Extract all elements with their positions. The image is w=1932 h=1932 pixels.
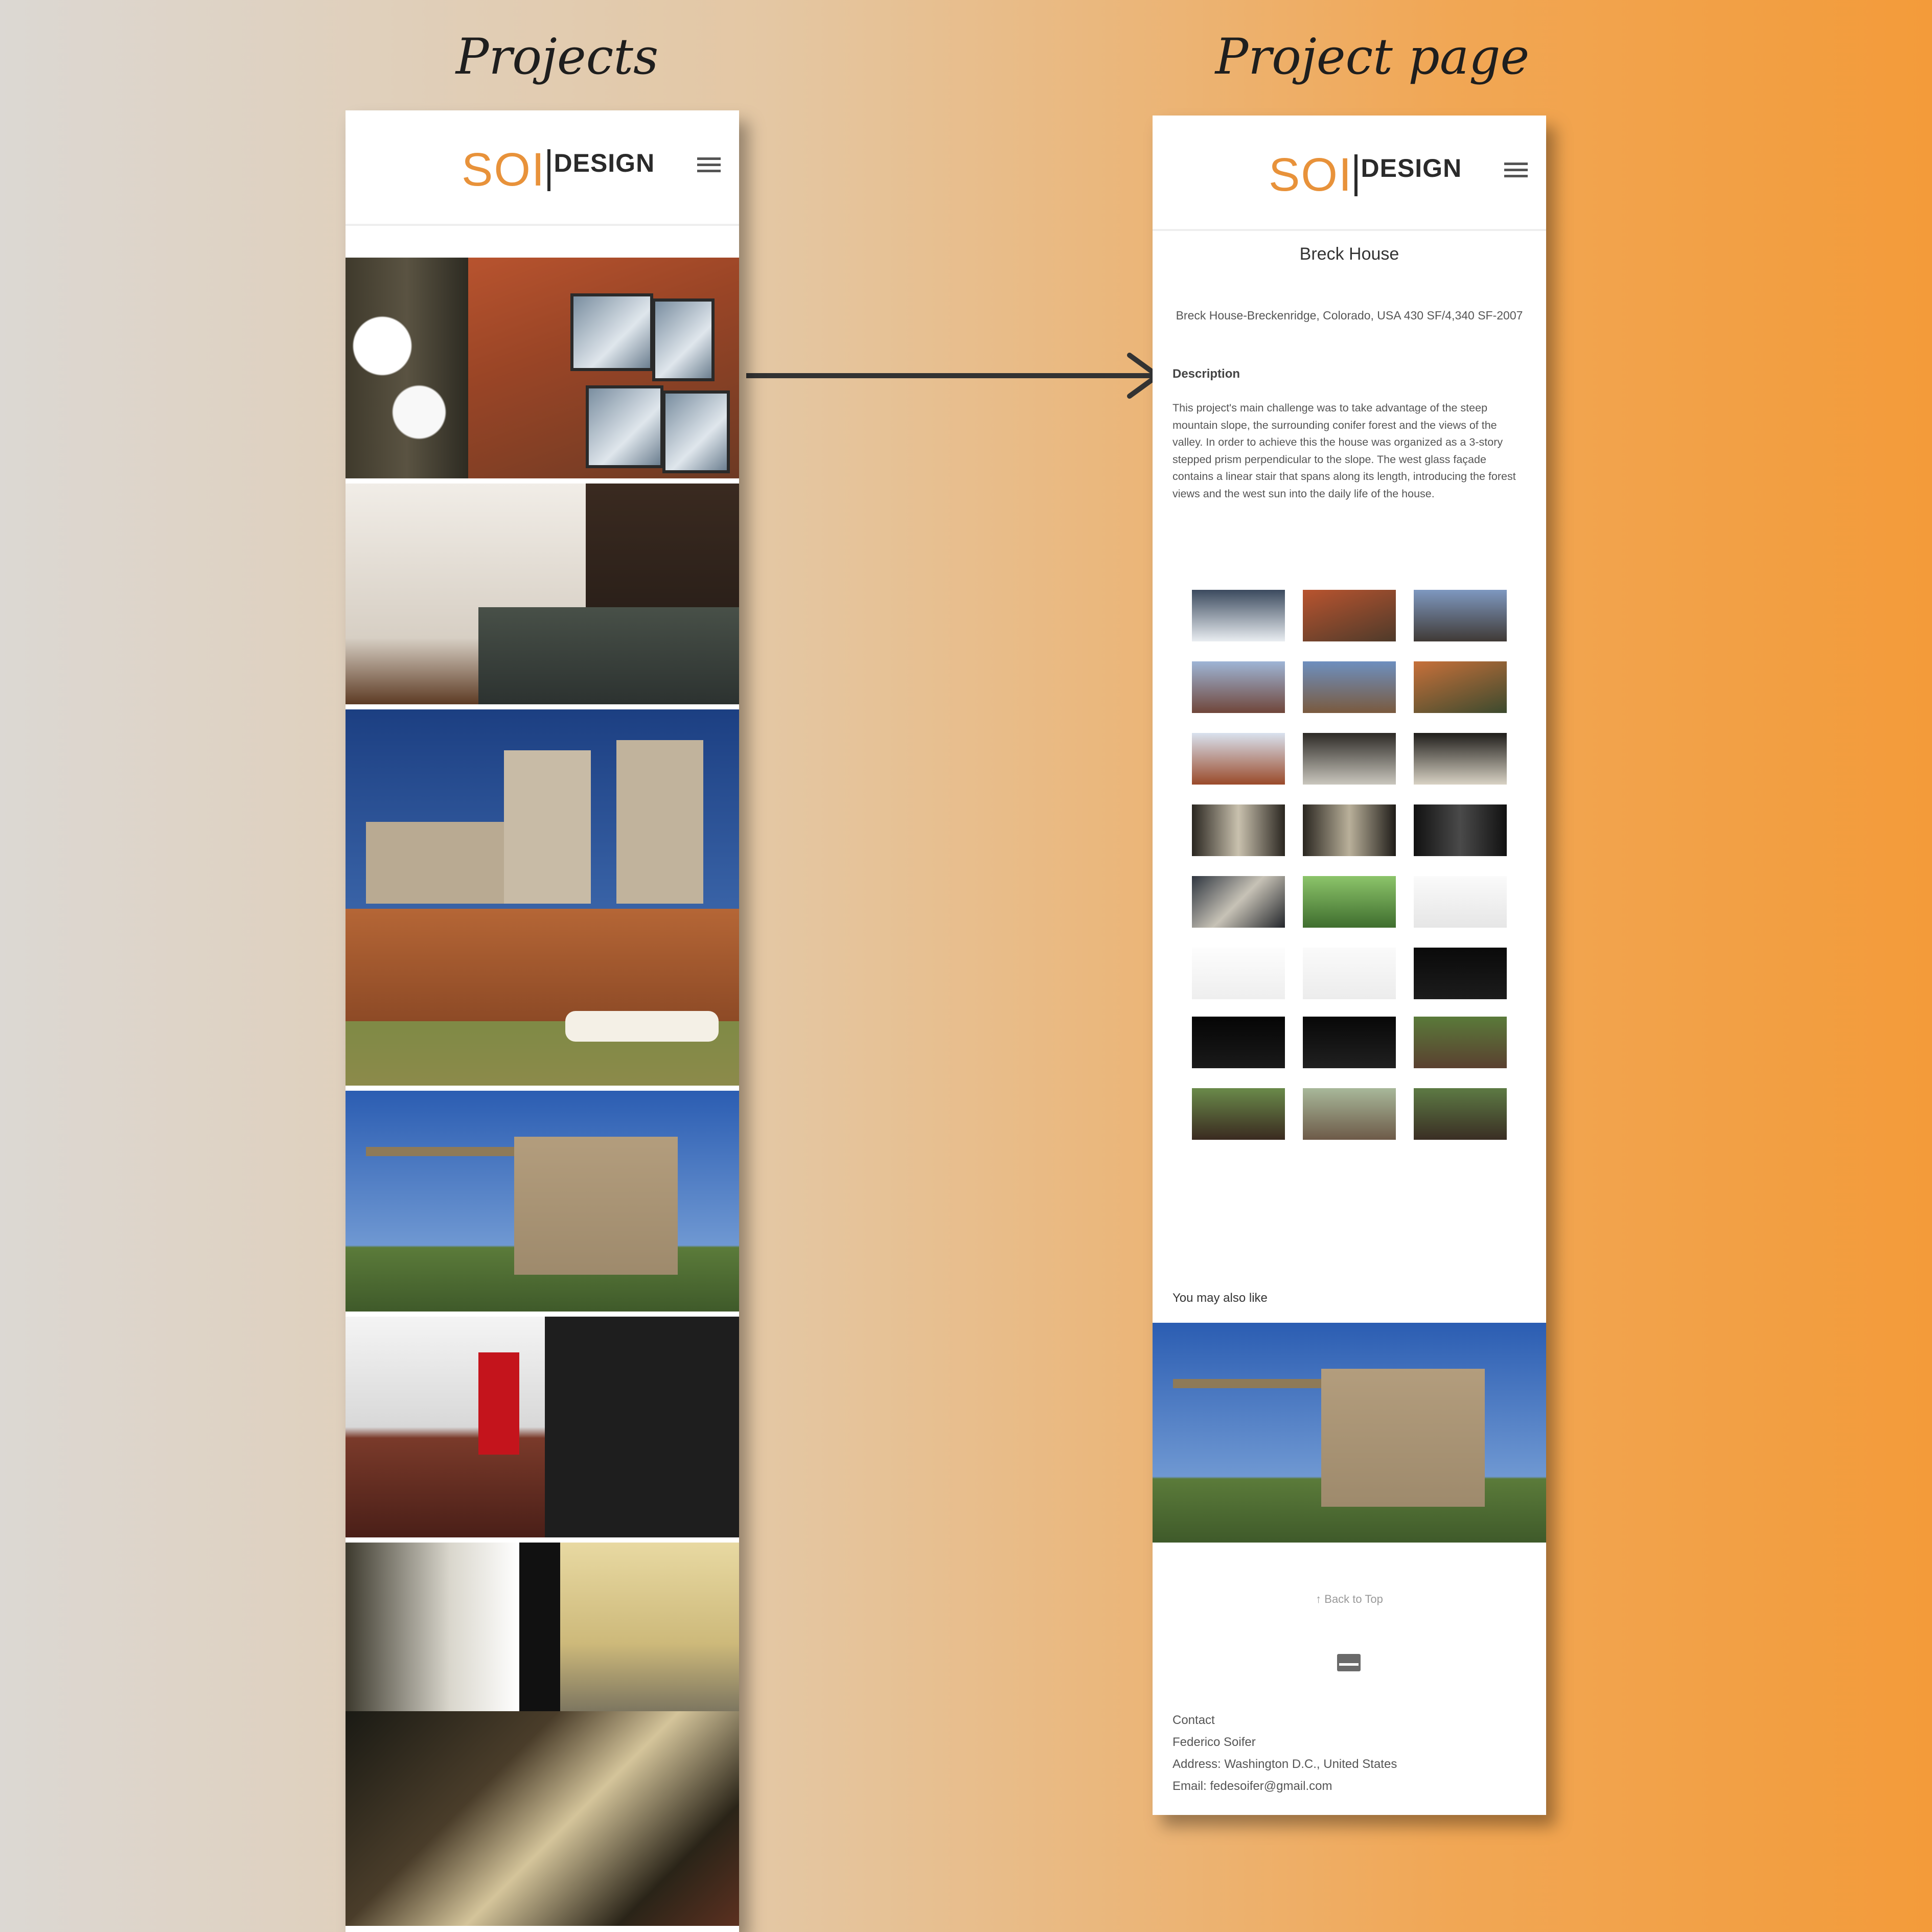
gallery-thumb[interactable]	[1303, 590, 1396, 641]
logo[interactable]: SOI DESIGN	[462, 142, 655, 193]
related-heading: You may also like	[1172, 1291, 1268, 1305]
gallery-thumb[interactable]	[1414, 661, 1507, 713]
project-title: Breck House	[1299, 244, 1399, 264]
gallery-thumb[interactable]	[1414, 876, 1507, 928]
contact-email[interactable]: Email: fedesoifer@gmail.com	[1172, 1775, 1397, 1797]
project-thumb-houses[interactable]	[346, 709, 739, 1086]
project-thumb-breck-house[interactable]	[346, 258, 739, 478]
logo-soi: SOI	[462, 144, 546, 196]
gallery-thumb[interactable]	[1303, 661, 1396, 713]
envelope-icon[interactable]	[1337, 1654, 1361, 1671]
logo-divider	[1354, 154, 1358, 196]
project-thumb-courtyard[interactable]	[346, 1543, 739, 1926]
logo[interactable]: SOI DESIGN	[1269, 147, 1462, 198]
site-header: SOI DESIGN	[1153, 116, 1546, 231]
description-heading: Description	[1172, 367, 1240, 381]
site-header: SOI DESIGN	[346, 110, 739, 226]
gallery-thumb[interactable]	[1192, 733, 1285, 785]
project-page-screen: SOI DESIGN Breck House Breck House-Breck…	[1153, 116, 1546, 1815]
gallery-thumb[interactable]	[1192, 804, 1285, 856]
caption-projects: Projects	[455, 28, 659, 85]
back-to-top-link[interactable]: ↑ Back to Top	[1153, 1593, 1546, 1606]
gallery-thumb[interactable]	[1192, 1017, 1285, 1068]
contact-address: Address: Washington D.C., United States	[1172, 1757, 1397, 1771]
gallery-thumb[interactable]	[1414, 804, 1507, 856]
contact-block: Contact Federico Soifer Address: Washing…	[1172, 1709, 1397, 1797]
gallery-thumb[interactable]	[1303, 876, 1396, 928]
gallery-thumb[interactable]	[1192, 1088, 1285, 1140]
gallery-thumb[interactable]	[1192, 590, 1285, 641]
logo-design: DESIGN	[554, 149, 655, 177]
gallery-thumb[interactable]	[1414, 590, 1507, 641]
gallery-thumb[interactable]	[1414, 948, 1507, 999]
logo-design: DESIGN	[1361, 154, 1462, 182]
project-meta: Breck House-Breckenridge, Colorado, USA …	[1176, 309, 1523, 322]
projects-screen: SOI DESIGN	[346, 110, 739, 1932]
gallery-thumb[interactable]	[1192, 661, 1285, 713]
gallery-thumb[interactable]	[1414, 733, 1507, 785]
gallery-thumb[interactable]	[1192, 948, 1285, 999]
logo-divider	[547, 149, 551, 191]
project-thumb-interior[interactable]	[346, 484, 739, 704]
gallery-thumb[interactable]	[1303, 1088, 1396, 1140]
related-project-card[interactable]	[1153, 1323, 1546, 1543]
arrow-right-icon	[746, 353, 1160, 399]
gallery-thumb[interactable]	[1303, 733, 1396, 785]
logo-soi: SOI	[1269, 149, 1353, 201]
hamburger-icon[interactable]	[1504, 163, 1528, 180]
project-thumb-red-facade[interactable]	[346, 1317, 739, 1537]
contact-name: Federico Soifer	[1172, 1735, 1256, 1749]
project-thumb-cube-house[interactable]	[346, 1091, 739, 1312]
gallery-thumb[interactable]	[1303, 1017, 1396, 1068]
gallery-thumb[interactable]	[1192, 876, 1285, 928]
hamburger-icon[interactable]	[697, 157, 721, 175]
gallery-thumb[interactable]	[1303, 948, 1396, 999]
contact-heading: Contact	[1172, 1713, 1215, 1727]
project-description: This project's main challenge was to tak…	[1172, 402, 1516, 500]
caption-project-page: Project page	[1215, 28, 1530, 85]
gallery-thumb[interactable]	[1414, 1088, 1507, 1140]
gallery-thumb[interactable]	[1414, 1017, 1507, 1068]
gallery-thumb[interactable]	[1303, 804, 1396, 856]
